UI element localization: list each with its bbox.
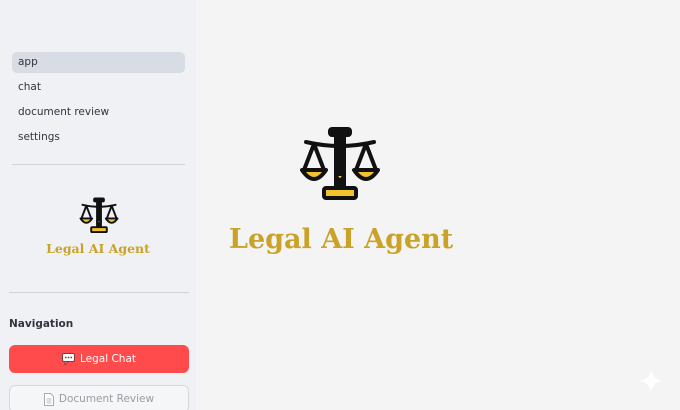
sidebar-divider: [9, 292, 189, 293]
speech-bubble-icon: [61, 353, 75, 365]
document-review-button-label: Document Review: [58, 393, 155, 405]
page-nav-item-chat[interactable]: chat: [12, 77, 185, 98]
page-title: Legal AI Agent: [229, 224, 454, 255]
page-nav: app chat document review settings: [12, 52, 185, 152]
sparkle-icon: [639, 369, 663, 393]
page-nav-item-settings[interactable]: settings: [12, 127, 185, 148]
app-window: app chat document review settings Legal …: [0, 0, 680, 410]
document-icon: [43, 392, 54, 406]
page-nav-item-document-review[interactable]: document review: [12, 102, 185, 123]
sidebar-divider: [12, 164, 185, 165]
sidebar: app chat document review settings Legal …: [0, 0, 196, 410]
legal-chat-button[interactable]: Legal Chat: [9, 345, 189, 373]
page-nav-item-app[interactable]: app: [12, 52, 185, 73]
document-review-button[interactable]: Document Review: [9, 385, 189, 410]
scales-icon: [79, 197, 119, 234]
legal-chat-button-label: Legal Chat: [79, 353, 137, 365]
sidebar-brand-title: Legal AI Agent: [46, 241, 150, 256]
navigation-heading: Navigation: [9, 318, 74, 330]
scales-icon: [300, 127, 380, 200]
